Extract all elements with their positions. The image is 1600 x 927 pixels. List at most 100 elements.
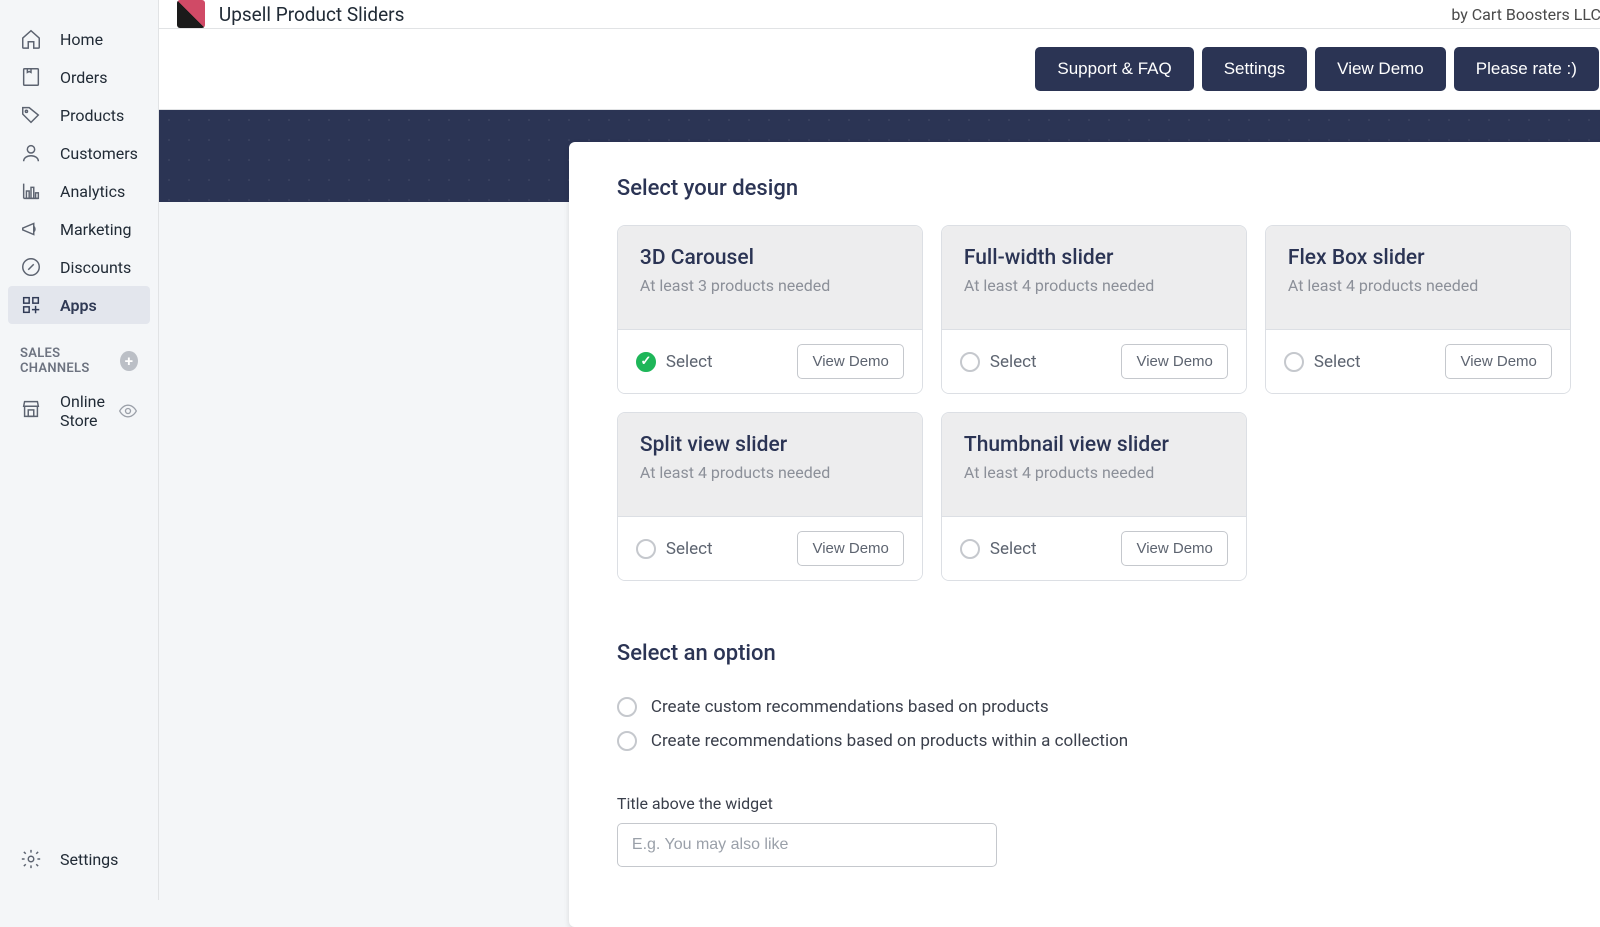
title-field-label: Title above the widget xyxy=(617,794,1571,813)
radio-icon xyxy=(617,697,637,717)
sidebar-item-label: Apps xyxy=(60,296,97,315)
sidebar-item-products[interactable]: Products xyxy=(0,96,158,134)
designs-grid: 3D Carousel At least 3 products needed S… xyxy=(617,225,1571,581)
sidebar-item-label: Customers xyxy=(60,144,138,163)
option-list: Create custom recommendations based on p… xyxy=(617,690,1571,758)
design-tile-head: Thumbnail view slider At least 4 product… xyxy=(942,413,1246,517)
radio-icon xyxy=(636,352,656,372)
sidebar-item-label: Analytics xyxy=(60,182,125,201)
select-design-heading: Select your design xyxy=(617,176,1571,201)
design-view-demo-button[interactable]: View Demo xyxy=(1121,344,1227,379)
design-tile-title: Split view slider xyxy=(640,433,900,457)
view-demo-button[interactable]: View Demo xyxy=(1315,47,1446,91)
design-select-radio[interactable]: Select xyxy=(636,539,713,559)
please-rate-button[interactable]: Please rate :) xyxy=(1454,47,1599,91)
radio-icon xyxy=(617,731,637,751)
sales-channels-heading: SALES CHANNELS + xyxy=(0,324,158,384)
radio-label: Select xyxy=(1314,352,1361,372)
sidebar-item-label: Orders xyxy=(60,68,107,87)
design-tile-foot: Select View Demo xyxy=(1266,330,1570,393)
eye-icon[interactable] xyxy=(118,401,138,421)
store-icon xyxy=(20,398,42,424)
design-tile-title: Thumbnail view slider xyxy=(964,433,1224,457)
design-tile-head: Split view slider At least 4 products ne… xyxy=(618,413,922,517)
radio-label: Select xyxy=(666,352,713,372)
person-icon xyxy=(20,142,42,164)
design-tile-foot: Select View Demo xyxy=(618,330,922,393)
design-tile-subtitle: At least 3 products needed xyxy=(640,276,900,295)
sidebar: Home Orders Products Customers Analytics… xyxy=(0,0,159,900)
gear-icon xyxy=(20,848,42,870)
design-tile-foot: Select View Demo xyxy=(618,517,922,580)
design-tile: Thumbnail view slider At least 4 product… xyxy=(941,412,1247,581)
settings-button[interactable]: Settings xyxy=(1202,47,1307,91)
design-select-radio[interactable]: Select xyxy=(960,352,1037,372)
design-tile: Split view slider At least 4 products ne… xyxy=(617,412,923,581)
support-faq-button[interactable]: Support & FAQ xyxy=(1035,47,1193,91)
design-view-demo-button[interactable]: View Demo xyxy=(1445,344,1551,379)
design-tile: 3D Carousel At least 3 products needed S… xyxy=(617,225,923,394)
design-tile: Full-width slider At least 4 products ne… xyxy=(941,225,1247,394)
radio-icon xyxy=(636,539,656,559)
design-view-demo-button[interactable]: View Demo xyxy=(1121,531,1227,566)
add-channel-icon[interactable]: + xyxy=(120,351,138,371)
sidebar-item-label: Products xyxy=(60,106,124,125)
radio-icon xyxy=(960,539,980,559)
sidebar-item-home[interactable]: Home xyxy=(0,20,158,58)
sidebar-item-marketing[interactable]: Marketing xyxy=(0,210,158,248)
sidebar-item-label: Home xyxy=(60,30,103,49)
main: Upsell Product Sliders by Cart Boosters … xyxy=(159,0,1600,900)
design-tile-foot: Select View Demo xyxy=(942,517,1246,580)
sidebar-item-customers[interactable]: Customers xyxy=(0,134,158,172)
design-tile-head: Full-width slider At least 4 products ne… xyxy=(942,226,1246,330)
home-icon xyxy=(20,28,42,50)
option-label: Create recommendations based on products… xyxy=(651,731,1128,751)
vendor-label: by Cart Boosters LLC xyxy=(1451,5,1600,24)
sidebar-item-apps[interactable]: Apps xyxy=(8,286,150,324)
design-view-demo-button[interactable]: View Demo xyxy=(797,344,903,379)
radio-icon xyxy=(1284,352,1304,372)
analytics-icon xyxy=(20,180,42,202)
design-tile-subtitle: At least 4 products needed xyxy=(964,463,1224,482)
sidebar-item-analytics[interactable]: Analytics xyxy=(0,172,158,210)
sidebar-item-label: Marketing xyxy=(60,220,131,239)
apps-icon xyxy=(20,294,42,316)
design-tile-head: Flex Box slider At least 4 products need… xyxy=(1266,226,1570,330)
option-label: Create custom recommendations based on p… xyxy=(651,697,1049,717)
topbar: Upsell Product Sliders by Cart Boosters … xyxy=(159,0,1600,29)
design-select-radio[interactable]: Select xyxy=(1284,352,1361,372)
sidebar-item-label: Online Store xyxy=(60,392,118,430)
option-radio-row[interactable]: Create custom recommendations based on p… xyxy=(617,690,1571,724)
orders-icon xyxy=(20,66,42,88)
design-select-radio[interactable]: Select xyxy=(636,352,713,372)
design-view-demo-button[interactable]: View Demo xyxy=(797,531,903,566)
radio-label: Select xyxy=(666,539,713,559)
design-tile-subtitle: At least 4 products needed xyxy=(1288,276,1548,295)
sidebar-item-orders[interactable]: Orders xyxy=(0,58,158,96)
app-logo xyxy=(177,0,205,28)
design-tile-subtitle: At least 4 products needed xyxy=(640,463,900,482)
option-radio-row[interactable]: Create recommendations based on products… xyxy=(617,724,1571,758)
radio-label: Select xyxy=(990,352,1037,372)
sidebar-item-online-store[interactable]: Online Store xyxy=(0,384,158,438)
config-card: Select your design 3D Carousel At least … xyxy=(569,142,1600,927)
radio-label: Select xyxy=(990,539,1037,559)
sidebar-item-discounts[interactable]: Discounts xyxy=(0,248,158,286)
design-tile-head: 3D Carousel At least 3 products needed xyxy=(618,226,922,330)
design-tile-subtitle: At least 4 products needed xyxy=(964,276,1224,295)
megaphone-icon xyxy=(20,218,42,240)
design-tile-title: Full-width slider xyxy=(964,246,1224,270)
tag-icon xyxy=(20,104,42,126)
sidebar-item-label: Settings xyxy=(60,850,118,869)
design-select-radio[interactable]: Select xyxy=(960,539,1037,559)
design-tile-title: Flex Box slider xyxy=(1288,246,1548,270)
action-row: Support & FAQ Settings View Demo Please … xyxy=(159,29,1600,110)
design-tile: Flex Box slider At least 4 products need… xyxy=(1265,225,1571,394)
select-option-heading: Select an option xyxy=(617,641,1571,666)
sidebar-item-label: Discounts xyxy=(60,258,131,277)
design-tile-title: 3D Carousel xyxy=(640,246,900,270)
sidebar-item-settings[interactable]: Settings xyxy=(0,840,158,878)
discount-icon xyxy=(20,256,42,278)
widget-title-input[interactable] xyxy=(617,823,997,867)
radio-icon xyxy=(960,352,980,372)
